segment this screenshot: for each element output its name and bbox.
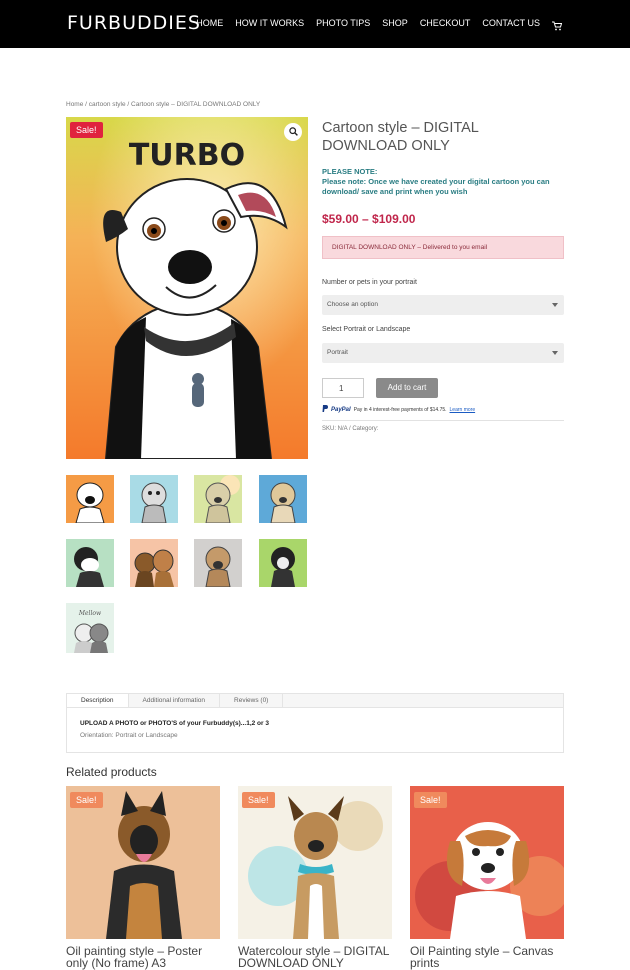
svg-text:Mellow: Mellow xyxy=(78,610,102,617)
breadcrumb-current: Cartoon style – DIGITAL DOWNLOAD ONLY xyxy=(131,101,261,108)
download-notice: DIGITAL DOWNLOAD ONLY – Delivered to you… xyxy=(322,236,564,259)
note-body: Please note: Once we have created your d… xyxy=(322,177,550,196)
sale-badge: Sale! xyxy=(70,792,103,808)
nav-contact-us[interactable]: CONTACT US xyxy=(482,18,540,28)
nav-photo-tips[interactable]: PHOTO TIPS xyxy=(316,18,370,28)
zoom-button[interactable] xyxy=(284,123,302,141)
pets-select[interactable]: Choose an option xyxy=(322,295,564,315)
tab-reviews[interactable]: Reviews (0) xyxy=(220,694,284,707)
tab-description[interactable]: Description xyxy=(67,694,129,707)
search-icon xyxy=(288,123,298,141)
gallery-thumb[interactable] xyxy=(130,539,178,587)
product-price: $59.00 – $109.00 xyxy=(322,212,416,226)
gallery-thumb[interactable] xyxy=(66,475,114,523)
paypal-icon xyxy=(322,405,328,414)
orientation-label: Select Portrait or Landscape xyxy=(322,326,411,333)
paypal-brand: PayPal xyxy=(331,406,351,413)
sale-badge: Sale! xyxy=(242,792,275,808)
breadcrumb-category[interactable]: cartoon style xyxy=(89,101,126,108)
related-product-card[interactable]: Sale! Oil painting style – Poster only (… xyxy=(66,786,220,969)
gallery-thumb[interactable] xyxy=(130,475,178,523)
orientation-select-value: Portrait xyxy=(327,349,348,356)
add-to-cart-button[interactable]: Add to cart xyxy=(376,378,438,398)
sale-badge: Sale! xyxy=(70,122,103,138)
related-product-title[interactable]: Watercolour style – DIGITAL DOWNLOAD ONL… xyxy=(238,945,392,969)
image-caption: TURBO xyxy=(129,138,245,173)
related-product-card[interactable]: Sale! Oil Painting style – Canvas prints xyxy=(410,786,564,969)
tab-bar: Description Additional information Revie… xyxy=(67,694,563,708)
site-logo[interactable]: FURBUDDIES xyxy=(67,12,201,34)
main-nav: HOME HOW IT WORKS PHOTO TIPS SHOP CHECKO… xyxy=(196,18,563,31)
divider xyxy=(322,420,564,421)
gallery-thumb[interactable] xyxy=(194,475,242,523)
cart-icon[interactable] xyxy=(552,18,563,31)
nav-checkout[interactable]: CHECKOUT xyxy=(420,18,471,28)
product-main-image[interactable]: TURBO Sale! xyxy=(66,117,308,459)
product-sku: SKU: N/A / Category: xyxy=(322,426,379,432)
product-tabs: Description Additional information Revie… xyxy=(66,693,564,753)
description-body: Orientation: Portrait or Landscape xyxy=(80,732,178,739)
tab-additional-information[interactable]: Additional information xyxy=(129,694,221,707)
related-product-title[interactable]: Oil painting style – Poster only (No fra… xyxy=(66,945,220,969)
note-heading: PLEASE NOTE: xyxy=(322,167,378,176)
pets-select-value: Choose an option xyxy=(327,301,378,308)
breadcrumb-home[interactable]: Home xyxy=(66,101,83,108)
related-product-image[interactable]: Sale! xyxy=(238,786,392,939)
related-product-title[interactable]: Oil Painting style – Canvas prints xyxy=(410,945,564,969)
chevron-down-icon xyxy=(552,351,558,355)
gallery-thumb[interactable] xyxy=(259,475,307,523)
breadcrumb: Home / cartoon style / Cartoon style – D… xyxy=(66,101,260,108)
gallery-thumb[interactable] xyxy=(194,539,242,587)
chevron-down-icon xyxy=(552,303,558,307)
product-title: Cartoon style – DIGITAL DOWNLOAD ONLY xyxy=(322,120,479,154)
related-heading: Related products xyxy=(66,765,157,779)
related-product-image[interactable]: Sale! xyxy=(66,786,220,939)
paypal-message: PayPal Pay in 4 interest-free payments o… xyxy=(322,405,475,414)
description-heading: UPLOAD A PHOTO or PHOTO'S of your Furbud… xyxy=(80,720,269,727)
related-product-card[interactable]: Sale! Watercolour style – DIGITAL DOWNLO… xyxy=(238,786,392,969)
gallery-thumb[interactable]: Mellow xyxy=(66,603,114,653)
nav-how-it-works[interactable]: HOW IT WORKS xyxy=(235,18,304,28)
nav-home[interactable]: HOME xyxy=(196,18,223,28)
gallery-thumb[interactable] xyxy=(66,539,114,587)
orientation-select[interactable]: Portrait xyxy=(322,343,564,363)
related-product-image[interactable]: Sale! xyxy=(410,786,564,939)
sale-badge: Sale! xyxy=(414,792,447,808)
site-header: FURBUDDIES HOME HOW IT WORKS PHOTO TIPS … xyxy=(0,0,630,48)
nav-shop[interactable]: SHOP xyxy=(382,18,408,28)
paypal-text: Pay in 4 interest-free payments of $14.7… xyxy=(353,406,447,413)
pets-label: Number or pets in your portrait xyxy=(322,279,417,286)
gallery-thumb[interactable] xyxy=(259,539,307,587)
paypal-learn-more-link[interactable]: Learn more xyxy=(450,407,476,413)
quantity-input[interactable]: 1 xyxy=(322,378,364,398)
